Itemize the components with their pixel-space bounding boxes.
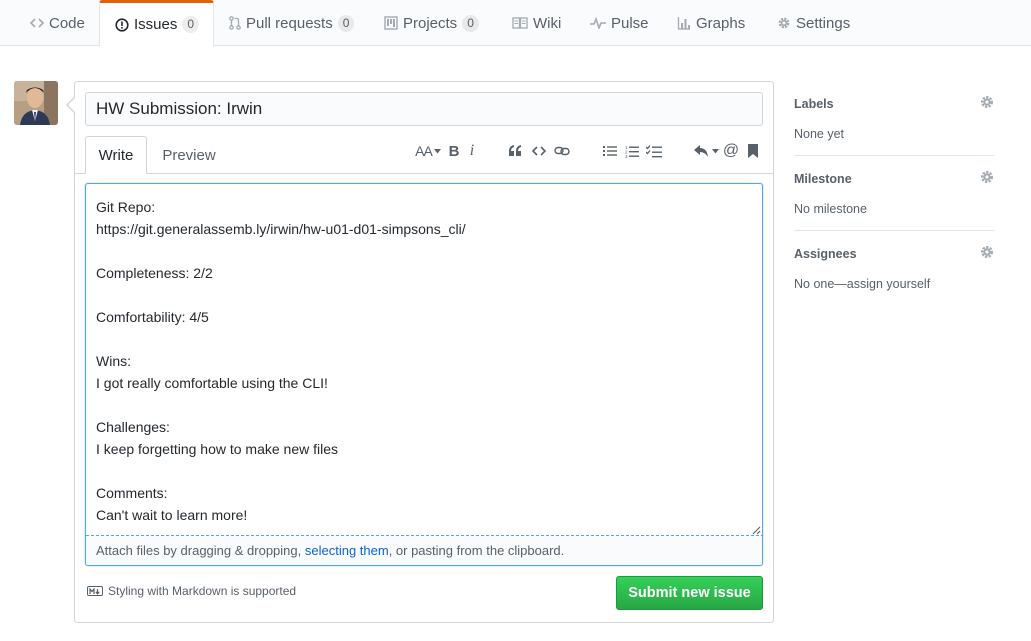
milestone-value: No milestone — [794, 202, 867, 216]
tab-label: Pulse — [611, 14, 649, 32]
italic-icon: i — [469, 142, 475, 159]
assignees-heading[interactable]: Assignees — [794, 247, 994, 261]
gear-icon — [777, 16, 791, 30]
quote-button[interactable] — [506, 140, 524, 162]
list-unordered-icon — [603, 146, 617, 156]
git-pull-request-icon — [229, 16, 241, 30]
mention-button[interactable]: @ — [722, 140, 740, 162]
projects-counter: 0 — [462, 14, 479, 32]
gear-icon[interactable] — [980, 245, 994, 259]
chevron-down-icon — [711, 148, 719, 153]
tab-settings[interactable]: Settings — [777, 0, 850, 46]
tabs-divider — [75, 173, 773, 174]
bold-icon: B — [448, 142, 460, 160]
code-icon — [532, 146, 546, 156]
tab-label: Settings — [796, 14, 851, 32]
text-size-button[interactable]: AA — [413, 140, 443, 162]
unordered-list-button[interactable] — [601, 140, 619, 162]
reply-icon — [693, 145, 708, 157]
issue-body-text: Git Repo: https://git.generalassemb.ly/i… — [96, 199, 466, 523]
attach-text-before: Attach files by dragging & dropping, — [96, 543, 305, 558]
reply-button[interactable] — [693, 140, 719, 162]
tab-preview[interactable]: Preview — [149, 136, 229, 174]
tab-graphs[interactable]: Graphs — [677, 0, 745, 46]
repo-nav: Code Issues 0 Pull requests 0 Projects 0… — [0, 0, 1031, 47]
tab-pull-requests[interactable]: Pull requests 0 — [229, 0, 355, 46]
gear-icon[interactable] — [980, 170, 994, 184]
markdown-help[interactable]: Styling with Markdown is supported — [87, 584, 296, 598]
select-files-link[interactable]: selecting them — [305, 543, 389, 558]
ordered-list-button[interactable]: 123 — [623, 140, 641, 162]
sidebar-divider — [794, 155, 994, 156]
book-icon — [512, 17, 528, 29]
assignees-value[interactable]: No one—assign yourself — [794, 277, 994, 291]
list-ordered-icon: 123 — [625, 145, 639, 158]
tab-write[interactable]: Write — [85, 136, 147, 174]
svg-text:3: 3 — [625, 154, 628, 158]
sidebar-assignees: Assignees No one—assign yourself — [794, 245, 994, 291]
labels-value: None yet — [794, 127, 845, 141]
reference-button[interactable] — [745, 140, 761, 162]
tab-label: Projects — [403, 14, 458, 32]
resize-handle-icon[interactable] — [752, 526, 761, 535]
milestone-heading[interactable]: Milestone — [794, 172, 994, 186]
issue-title-input[interactable]: HW Submission: Irwin — [85, 92, 763, 126]
tab-label: Wiki — [533, 14, 562, 32]
sidebar-labels: Labels None yet — [794, 95, 994, 141]
sidebar-milestone: Milestone No milestone — [794, 170, 994, 216]
write-tab-label: Write — [98, 146, 134, 164]
markdown-icon — [87, 586, 103, 596]
sidebar-divider — [794, 230, 994, 231]
checklist-icon — [646, 144, 662, 157]
graph-icon — [677, 16, 691, 30]
attach-text-after: , or pasting from the clipboard. — [388, 543, 565, 558]
attach-files-bar[interactable]: Attach files by dragging & dropping, sel… — [86, 535, 762, 565]
mention-icon: @ — [722, 142, 740, 159]
tab-label: Code — [49, 14, 85, 32]
link-icon — [554, 146, 570, 156]
form-caret-inner — [68, 98, 75, 112]
markdown-note-text: Styling with Markdown is supported — [108, 584, 297, 598]
bold-button[interactable]: B — [446, 140, 462, 162]
tab-label: Graphs — [696, 14, 746, 32]
labels-heading[interactable]: Labels — [794, 97, 994, 111]
tab-code[interactable]: Code — [30, 0, 85, 46]
submit-label: Submit new issue — [628, 585, 751, 601]
link-button[interactable] — [553, 140, 571, 162]
tab-projects[interactable]: Projects 0 — [384, 0, 479, 46]
issue-body-editor[interactable]: Git Repo: https://git.generalassemb.ly/i… — [85, 183, 763, 566]
issues-counter: 0 — [182, 16, 200, 33]
task-list-button[interactable] — [644, 140, 664, 162]
italic-button[interactable]: i — [465, 140, 479, 162]
quote-icon — [509, 145, 521, 156]
issue-title-value: HW Submission: Irwin — [96, 99, 263, 118]
issue-opened-icon — [115, 17, 129, 32]
tab-issues[interactable]: Issues 0 — [99, 0, 215, 47]
tab-label: Issues — [134, 16, 178, 33]
text-size-icon: AA — [415, 143, 433, 159]
tab-wiki[interactable]: Wiki — [512, 0, 561, 46]
project-icon — [384, 16, 398, 30]
preview-tab-label: Preview — [162, 146, 216, 164]
tab-pulse[interactable]: Pulse — [590, 0, 649, 46]
bookmark-icon — [748, 144, 758, 158]
chevron-down-icon — [433, 148, 441, 153]
code-icon — [30, 17, 44, 29]
pull-requests-counter: 0 — [337, 14, 355, 32]
avatar[interactable] — [14, 81, 58, 125]
pulse-icon — [590, 17, 606, 29]
tab-label: Pull requests — [246, 14, 333, 32]
submit-new-issue-button[interactable]: Submit new issue — [616, 576, 763, 610]
code-button[interactable] — [530, 140, 548, 162]
gear-icon[interactable] — [980, 95, 994, 109]
